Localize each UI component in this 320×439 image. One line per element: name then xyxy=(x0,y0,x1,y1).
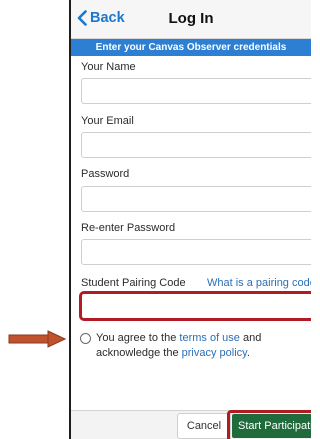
pairing-code-help-link[interactable]: What is a pairing code? xyxy=(207,277,311,289)
page-title: Log In xyxy=(168,10,214,27)
right-arrow-icon xyxy=(8,330,66,348)
nav-bar: Back Log In xyxy=(71,0,311,39)
password-field[interactable] xyxy=(81,186,311,212)
credentials-banner: Enter your Canvas Observer credentials xyxy=(71,39,311,56)
cancel-button[interactable]: Cancel xyxy=(177,413,231,439)
cancel-label: Cancel xyxy=(186,420,222,432)
agreement-text: You agree to the terms of use and acknow… xyxy=(96,331,311,361)
name-field[interactable] xyxy=(81,78,311,104)
start-participating-button[interactable]: Start Participating xyxy=(232,414,311,438)
agreement-prefix: You agree to the xyxy=(96,332,180,344)
pairing-code-field[interactable] xyxy=(82,294,311,318)
privacy-policy-link[interactable]: privacy policy xyxy=(182,347,247,359)
reenter-password-field[interactable] xyxy=(81,239,311,265)
password-label: Password xyxy=(81,168,130,180)
phone-screen: Back Log In Enter your Canvas Observer c… xyxy=(69,0,311,439)
start-label: Start Participating xyxy=(238,420,311,432)
name-label: Your Name xyxy=(81,61,136,73)
reenter-password-label: Re-enter Password xyxy=(81,222,176,234)
agree-checkbox[interactable] xyxy=(80,333,91,344)
email-label: Your Email xyxy=(81,115,134,127)
terms-of-use-link[interactable]: terms of use xyxy=(179,332,240,344)
email-field[interactable] xyxy=(81,132,311,158)
agreement-suffix: . xyxy=(246,347,250,359)
pairing-code-label: Student Pairing Code xyxy=(81,277,186,289)
